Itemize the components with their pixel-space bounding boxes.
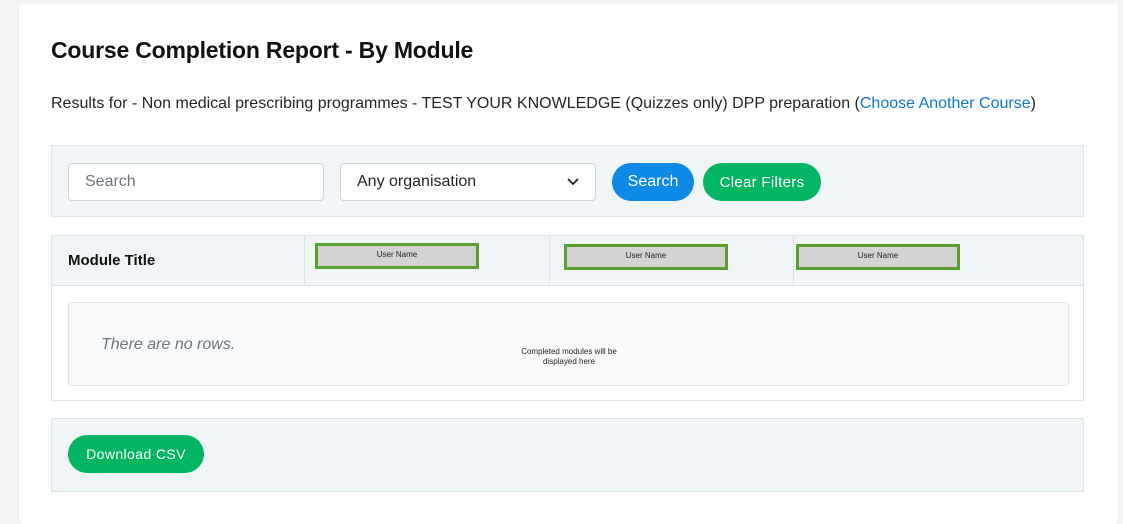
- organisation-select-value: Any organisation: [357, 173, 477, 190]
- results-description: Results for - Non medical prescribing pr…: [51, 95, 1036, 113]
- footer-panel: Download CSV: [51, 418, 1084, 492]
- organisation-select[interactable]: Any organisation: [340, 163, 596, 201]
- page-title: Course Completion Report - By Module: [51, 37, 474, 63]
- results-suffix: ): [1030, 95, 1036, 112]
- user-name-placeholder: User Name: [315, 243, 479, 269]
- column-header-module-title[interactable]: Module Title: [52, 236, 305, 285]
- empty-state-message: There are no rows.: [101, 336, 236, 353]
- user-name-placeholder: User Name: [564, 244, 728, 270]
- table-header: Module Title User Name User Name User Na…: [52, 236, 1083, 286]
- download-csv-button[interactable]: Download CSV: [68, 435, 204, 473]
- search-input[interactable]: [68, 163, 324, 201]
- column-header-user-1[interactable]: User Name: [305, 236, 550, 285]
- results-prefix: Results for - Non medical prescribing pr…: [51, 95, 860, 112]
- choose-another-course-link[interactable]: Choose Another Course: [860, 95, 1031, 112]
- filter-panel: Any organisation Search Clear Filters: [51, 145, 1084, 217]
- column-header-user-2[interactable]: User Name: [550, 236, 794, 285]
- column-header-label: Module Title: [68, 252, 156, 269]
- report-card: Course Completion Report - By Module Res…: [19, 4, 1118, 524]
- column-header-user-3[interactable]: User Name: [794, 236, 1083, 285]
- completed-modules-annotation: Completed modules will be displayed here: [521, 347, 617, 366]
- empty-state: There are no rows. Completed modules wil…: [68, 302, 1069, 386]
- user-name-placeholder: User Name: [796, 244, 960, 270]
- completion-table: Module Title User Name User Name User Na…: [51, 235, 1084, 401]
- search-button[interactable]: Search: [612, 163, 694, 201]
- clear-filters-button[interactable]: Clear Filters: [703, 163, 821, 201]
- chevron-down-icon: [567, 175, 579, 189]
